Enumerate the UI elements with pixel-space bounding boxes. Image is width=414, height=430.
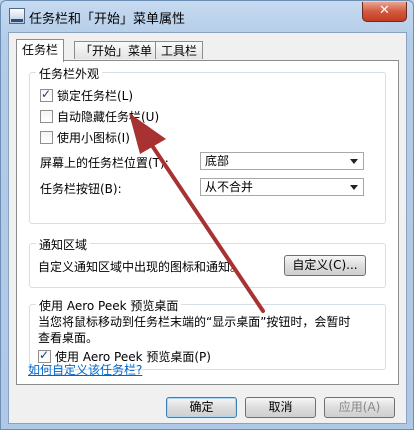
aero-peek-description-line2: 查看桌面。 [38, 331, 99, 345]
lock-taskbar-checkbox[interactable] [40, 87, 53, 102]
lock-taskbar-option[interactable]: 锁定任务栏(L) [40, 87, 133, 104]
location-value: 底部 [205, 154, 230, 168]
ok-button[interactable]: 确定 [166, 397, 237, 418]
tab-start-menu[interactable]: 「开始」菜单 [74, 41, 159, 59]
tab-toolbars[interactable]: 工具栏 [155, 41, 204, 59]
small-icons-checkbox[interactable] [40, 131, 53, 144]
auto-hide-label: 自动隐藏任务栏(U) [57, 110, 160, 124]
tab-taskbar[interactable]: 任务栏 [16, 39, 65, 62]
taskbar-app-icon [9, 8, 25, 24]
close-button[interactable]: ✕ [362, 2, 407, 22]
taskbar-buttons-value: 从不合并 [205, 180, 254, 194]
small-icons-option[interactable]: 使用小图标(I) [40, 129, 130, 146]
auto-hide-option[interactable]: 自动隐藏任务栏(U) [40, 108, 159, 125]
dialog-client-area: 任务栏 「开始」菜单 工具栏 任务栏外观 锁定任务栏(L) 自动隐藏任务栏(U)… [8, 32, 407, 424]
window-title: 任务栏和「开始」菜单属性 [29, 12, 186, 27]
chevron-down-icon [350, 159, 358, 164]
buttons-label: 任务栏按钮(B): [40, 182, 122, 196]
taskbar-buttons-dropdown[interactable]: 从不合并 [200, 178, 364, 196]
appearance-group: 任务栏外观 锁定任务栏(L) 自动隐藏任务栏(U) 使用小图标(I) 屏幕上的任… [29, 65, 386, 224]
small-icons-label: 使用小图标(I) [57, 131, 130, 145]
apply-button[interactable]: 应用(A) [324, 397, 395, 418]
notification-legend: 通知区域 [36, 236, 91, 253]
customize-button[interactable]: 自定义(C)... [284, 255, 366, 276]
location-label: 屏幕上的任务栏位置(T): [40, 156, 169, 170]
dialog-window: 任务栏和「开始」菜单属性 ✕ 任务栏 「开始」菜单 工具栏 任务栏外观 锁定任务… [0, 0, 414, 430]
title-bar[interactable]: 任务栏和「开始」菜单属性 ✕ [1, 1, 413, 31]
chevron-down-icon [350, 185, 358, 190]
lock-taskbar-label: 锁定任务栏(L) [57, 89, 134, 103]
help-link[interactable]: 如何自定义该任务栏? [28, 361, 142, 378]
aero-peek-description: 当您将鼠标移动到任务栏末端的“显示桌面”按钮时，会暂时 查看桌面。 [38, 314, 350, 346]
appearance-legend: 任务栏外观 [36, 65, 103, 82]
location-dropdown[interactable]: 底部 [200, 152, 364, 170]
aero-peek-description-line1: 当您将鼠标移动到任务栏末端的“显示桌面”按钮时，会暂时 [38, 315, 351, 329]
cancel-button[interactable]: 取消 [245, 397, 316, 418]
taskbar-tab-panel: 任务栏外观 锁定任务栏(L) 自动隐藏任务栏(U) 使用小图标(I) 屏幕上的任… [16, 60, 399, 385]
notification-description: 自定义通知区域中出现的图标和通知。 [38, 260, 243, 274]
aero-peek-legend: 使用 Aero Peek 预览桌面 [36, 297, 182, 314]
notification-group: 通知区域 自定义通知区域中出现的图标和通知。 自定义(C)... [29, 236, 386, 288]
auto-hide-checkbox[interactable] [40, 110, 53, 123]
